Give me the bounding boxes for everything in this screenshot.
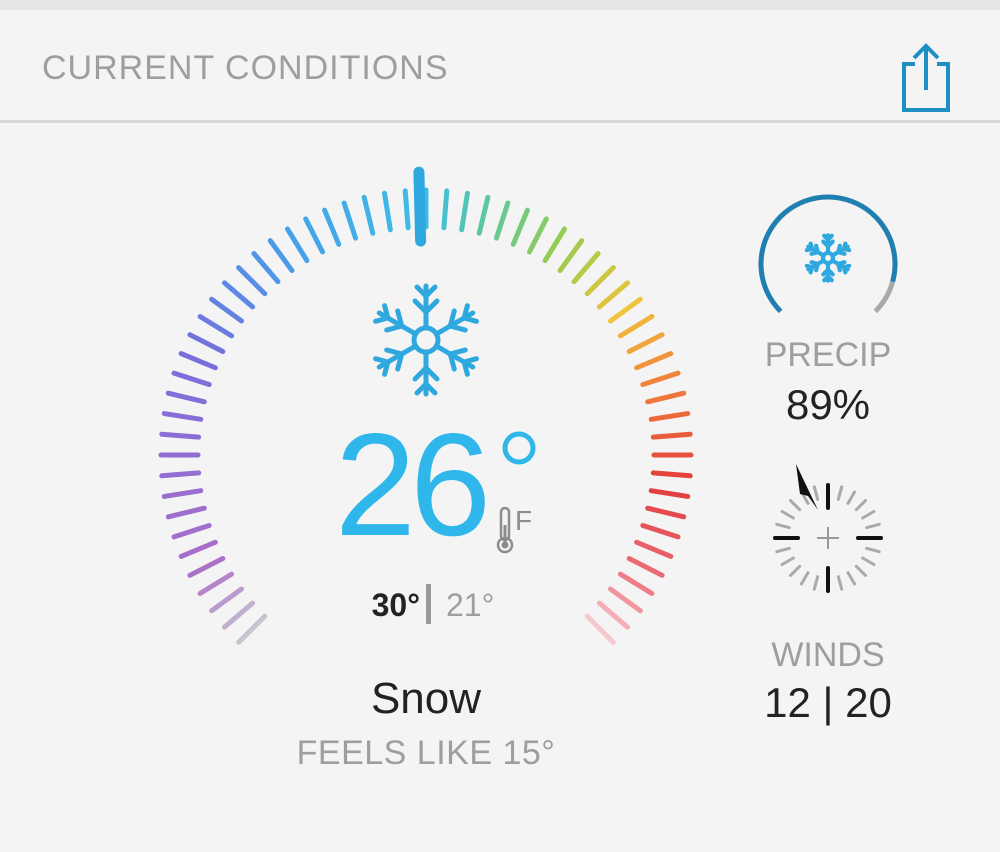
- winds-label: WINDS: [771, 636, 885, 674]
- gauge-tick: [161, 488, 204, 499]
- temperature-unit: F: [515, 505, 533, 536]
- gauge-tick: [640, 370, 681, 388]
- thermometer-icon: [496, 506, 514, 554]
- gauge-tick: [493, 200, 511, 241]
- gauge-tick: [165, 390, 207, 405]
- precip-ring-track: [873, 280, 896, 314]
- gauge-tick: [197, 314, 235, 339]
- gauge-tick: [527, 216, 549, 255]
- gauge-tick: [187, 556, 226, 578]
- snowflake-icon: [373, 283, 479, 397]
- gauge-tick: [209, 296, 245, 324]
- gauge-tick: [584, 613, 616, 645]
- feels-like-text: FEELS LIKE 15°: [296, 734, 556, 772]
- gauge-tick: [626, 556, 665, 578]
- snowflake-icon: [804, 233, 852, 283]
- gauge-tick: [596, 600, 631, 630]
- gauge-tick: [361, 194, 376, 236]
- gauge-indicator: [413, 166, 427, 247]
- gauge-tick: [209, 586, 245, 614]
- gauge-tick: [626, 332, 665, 354]
- gauge-tick: [650, 431, 693, 440]
- gauge-tick: [640, 522, 681, 540]
- current-temperature: 26: [334, 403, 491, 566]
- gauge-tick: [322, 207, 342, 247]
- gauge-tick: [178, 539, 218, 559]
- gauge-tick: [607, 586, 643, 614]
- gauge-tick: [542, 226, 567, 264]
- gauge-tick: [251, 250, 281, 285]
- gauge-tick: [557, 238, 585, 274]
- gauge-tick: [648, 488, 691, 499]
- gauge-tick: [648, 411, 691, 422]
- gauge-tick: [303, 216, 325, 255]
- hi-lo-separator: [426, 584, 431, 624]
- winds-value: 12 | 20: [764, 679, 892, 726]
- degree-symbol-icon: [502, 431, 536, 465]
- gauge-tick: [571, 250, 601, 285]
- gauge-tick: [607, 296, 643, 324]
- gauge-tick: [159, 470, 202, 479]
- gauge-tick: [267, 238, 295, 274]
- gauge-tick: [596, 280, 631, 310]
- gauge-tick: [165, 505, 207, 520]
- gauge-tick: [221, 600, 256, 630]
- gauge-tick: [236, 613, 268, 645]
- high-temperature: 30°: [371, 587, 420, 623]
- gauge-tick: [584, 265, 616, 297]
- gauge-tick: [645, 505, 687, 520]
- gauge-tick: [285, 226, 310, 264]
- gauge-tick: [221, 280, 256, 310]
- gauge-tick: [459, 190, 470, 233]
- precip-ring: [758, 194, 898, 314]
- wind-compass-icon: [773, 464, 883, 593]
- gauge-tick: [197, 571, 235, 596]
- gauge-tick: [161, 411, 204, 422]
- gauge-tick: [634, 351, 674, 371]
- gauge-tick: [159, 431, 202, 440]
- precip-label: PRECIP: [764, 336, 892, 374]
- condition-text: Snow: [370, 674, 482, 723]
- gauge-tick: [171, 370, 212, 388]
- gauge-tick: [402, 188, 411, 231]
- gauge-tick: [617, 571, 655, 596]
- gauge-tick: [341, 200, 359, 241]
- gauge-tick: [476, 194, 491, 236]
- gauge-tick: [645, 390, 687, 405]
- gauge-tick: [187, 332, 226, 354]
- gauge-tick: [236, 265, 268, 297]
- low-temperature: 21°: [446, 587, 495, 623]
- gauge-tick: [171, 522, 212, 540]
- precip-value: 89%: [785, 381, 871, 428]
- gauge-tick: [382, 190, 393, 233]
- gauge-tick: [510, 207, 530, 247]
- gauge-tick: [650, 470, 693, 479]
- gauge-tick: [178, 351, 218, 371]
- gauge-tick: [617, 314, 655, 339]
- gauge-tick: [634, 539, 674, 559]
- gauge-tick: [441, 188, 450, 231]
